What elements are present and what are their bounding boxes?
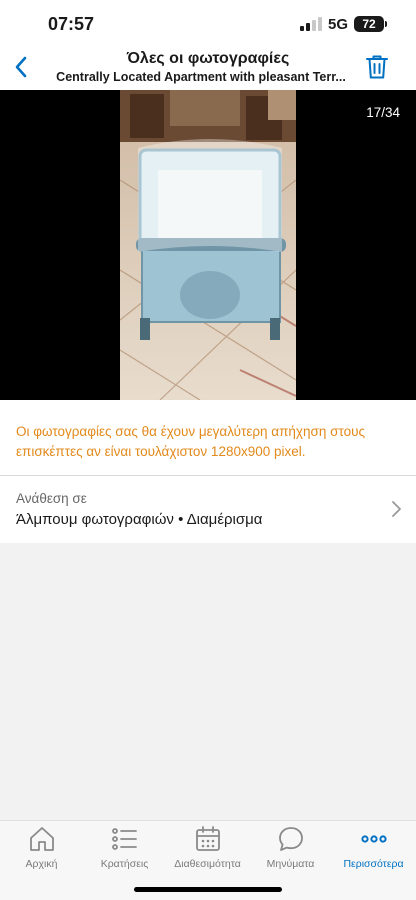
trash-icon <box>366 55 388 79</box>
chevron-right-icon <box>392 501 401 517</box>
tab-home-label: Αρχική <box>25 858 58 870</box>
chevron-left-icon <box>15 56 27 78</box>
tab-more[interactable]: Περισσότερα <box>332 825 415 873</box>
tab-messages-label: Μηνύματα <box>266 858 315 870</box>
property-subtitle: Centrally Located Apartment with pleasan… <box>56 70 346 84</box>
battery-tip <box>385 21 387 27</box>
assignment-value: Άλμπουμ φωτογραφιών • Διαμέρισμα <box>16 511 263 528</box>
navigation-header: Όλες οι φωτογραφίες Centrally Located Ap… <box>0 46 416 90</box>
chat-bubble-icon <box>278 827 303 851</box>
tab-home[interactable]: Αρχική <box>0 825 83 873</box>
assignment-label: Ανάθεση σε <box>16 491 87 506</box>
status-time: 07:57 <box>48 14 95 34</box>
photo-viewer[interactable]: 17/34 <box>0 90 416 400</box>
back-button[interactable] <box>6 52 36 82</box>
page-title: Όλες οι φωτογραφίες <box>126 50 290 67</box>
calendar-icon <box>195 826 220 851</box>
more-dots-icon <box>360 835 387 843</box>
tab-availability[interactable]: Διαθεσιμότητα <box>166 825 249 873</box>
signal-icon <box>300 17 322 31</box>
photo-counter: 17/34 <box>366 105 400 120</box>
tab-messages[interactable]: Μηνύματα <box>249 825 332 873</box>
tab-more-label: Περισσότερα <box>343 858 404 870</box>
home-indicator <box>134 887 282 892</box>
home-icon <box>29 827 54 851</box>
status-bar: 07:57 5G 72 <box>0 0 416 46</box>
photo-quality-notice: Οι φωτογραφίες σας θα έχουν μεγαλύτερη α… <box>0 400 416 476</box>
tab-reservations[interactable]: Κρατήσεις <box>83 825 166 873</box>
tab-reservations-label: Κρατήσεις <box>100 858 149 870</box>
property-photo[interactable] <box>120 90 296 400</box>
delete-photo-button[interactable] <box>362 52 392 82</box>
tab-availability-label: Διαθεσιμότητα <box>174 858 241 870</box>
battery-icon: 72 <box>354 16 384 32</box>
list-icon <box>111 828 137 850</box>
album-assignment-row[interactable]: Ανάθεση σε Άλμπουμ φωτογραφιών • Διαμέρι… <box>0 476 416 543</box>
network-type: 5G <box>328 16 349 33</box>
